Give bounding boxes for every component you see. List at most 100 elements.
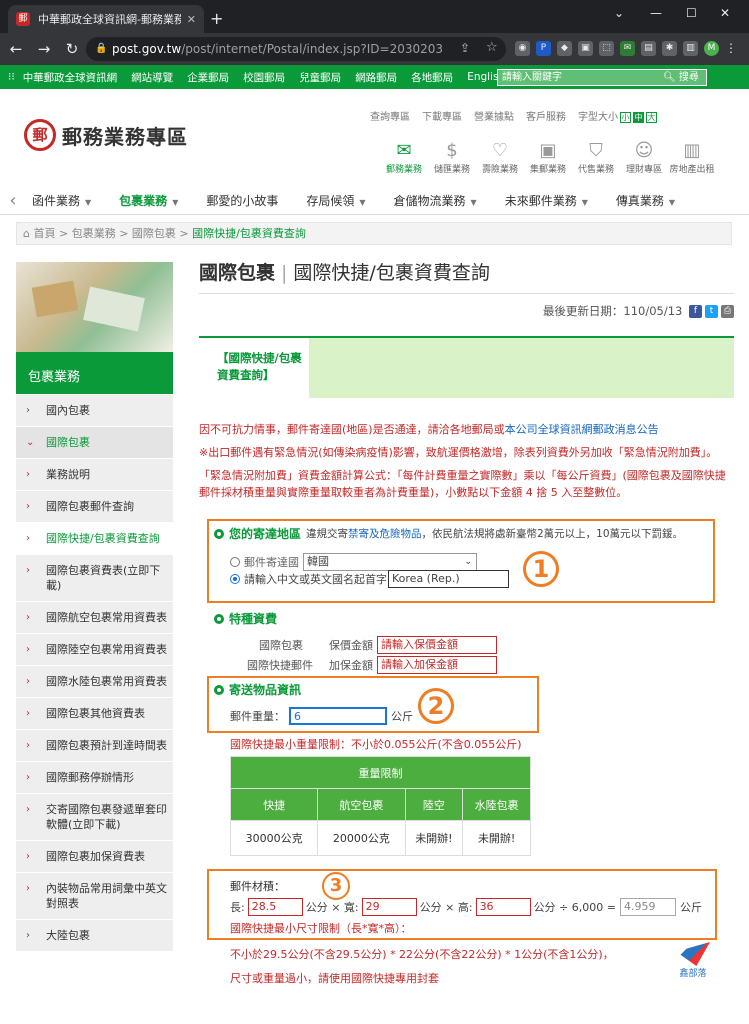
font-size-control: 字型大小小中大 [578, 108, 657, 123]
quick-philately[interactable]: ▣ 集郵業務 [524, 140, 572, 175]
tab-search-icon[interactable]: ⌄ [614, 6, 624, 20]
quick-realestate[interactable]: ▥ 房地產出租 [668, 140, 716, 175]
address-bar[interactable]: 🔒 post.gov.tw/post/internet/Postal/index… [86, 37, 506, 61]
notice-1-link[interactable]: 本公司全球資訊網郵政消息公告 [505, 423, 659, 436]
quick-savings[interactable]: $ 儲匯業務 [428, 140, 476, 175]
top-link[interactable]: 兒童郵局 [299, 70, 341, 85]
parcel-banner-image [16, 262, 173, 352]
section-bullet-icon [214, 613, 224, 624]
nav-item[interactable]: 倉儲物流業務 ▼ [394, 192, 477, 209]
share-icon[interactable]: ⇪ [460, 41, 470, 55]
sidebar-item-label: 國際包裹預計到達時間表 [46, 739, 167, 752]
nav-prev-icon[interactable]: ‹ [0, 190, 26, 211]
extension-icon[interactable]: ◆ [557, 41, 572, 56]
nav-item[interactable]: 函件業務 ▼ [32, 192, 91, 209]
sidebar-item[interactable]: › 國際包裹加保資費表 [16, 841, 173, 873]
top-link[interactable]: 企業郵局 [187, 70, 229, 85]
top-link[interactable]: 網路郵局 [355, 70, 397, 85]
url-path: /post/internet/Postal/index.jsp?ID=20302… [181, 42, 444, 56]
sidebar-item[interactable]: › 國際航空包裹常用資費表 [16, 602, 173, 634]
font-medium-button[interactable]: 中 [633, 112, 644, 123]
sidebar-item[interactable]: › 國際快捷/包裹資費查詢 [16, 523, 173, 555]
font-large-button[interactable]: 大 [646, 112, 657, 123]
forward-icon[interactable]: → [32, 40, 56, 58]
menu-kebab-icon[interactable]: ⋮ [725, 41, 737, 56]
sidebar-item[interactable]: › 國際包裹郵件查詢 [16, 491, 173, 523]
sidebar-item[interactable]: ⌄ 國際包裹 [16, 427, 173, 459]
sidebar-item[interactable]: › 交寄國際包裹發遞單套印軟體(立即下載) [16, 794, 173, 841]
extra-insurance-input[interactable]: 請輸入加保金額 [377, 656, 497, 674]
utility-link[interactable]: 營業據點 [474, 108, 514, 123]
chevron-right-icon: › [26, 612, 30, 623]
font-small-button[interactable]: 小 [620, 112, 631, 123]
tab-rate-query[interactable]: 【國際快捷/包裹資費查詢】 [199, 338, 309, 398]
maximize-icon[interactable]: ☐ [686, 6, 697, 20]
nav-item-active[interactable]: 包裹業務 ▼ [119, 192, 178, 209]
profile-avatar[interactable]: M [704, 41, 719, 56]
nav-item[interactable]: 郵愛的小故事 [206, 192, 278, 209]
sidebar-item[interactable]: › 國際包裹預計到達時間表 [16, 730, 173, 762]
extension-icon[interactable]: ⬚ [599, 41, 614, 56]
close-tab-icon[interactable]: ✕ [187, 13, 196, 26]
chevron-down-icon: ▼ [85, 198, 92, 207]
extension-icon[interactable]: ✉ [620, 41, 635, 56]
quick-insurance[interactable]: ♡ 壽險業務 [476, 140, 524, 175]
updated-text: 最後更新日期：110/05/13 [542, 304, 683, 318]
sidebar-item[interactable]: › 大陸包裹 [16, 920, 173, 952]
breadcrumb-item[interactable]: 國際包裹 [132, 227, 176, 240]
notice-block: 因不可抗力情事，郵件寄達國(地區)是否通達，請洽各地郵局或本公司全球資訊網郵政消… [199, 418, 734, 501]
breadcrumb-item[interactable]: 包裹業務 [72, 227, 116, 240]
top-link[interactable]: 各地郵局 [411, 70, 453, 85]
extension-icon[interactable]: P [536, 41, 551, 56]
nav-item[interactable]: 未來郵件業務 ▼ [505, 192, 588, 209]
browser-tab-strip: 郵 中華郵政全球資訊網-郵務業務 - 包 ✕ + ⌄ — ☐ ✕ [0, 0, 749, 33]
new-tab-icon[interactable]: + [210, 9, 223, 28]
nav-item[interactable]: 存局候領 ▼ [306, 192, 365, 209]
extension-icon[interactable]: ▣ [578, 41, 593, 56]
special-row1-label: 國際包裹 [259, 639, 303, 652]
browser-tab[interactable]: 郵 中華郵政全球資訊網-郵務業務 - 包 ✕ [8, 5, 204, 33]
sidebar-item[interactable]: › 國際水陸包裹常用資費表 [16, 666, 173, 698]
site-logo[interactable]: 郵 郵務業務專區 [24, 119, 188, 151]
sidebar-icon[interactable]: ▥ [683, 41, 698, 56]
bookmark-star-icon[interactable]: ☆ [486, 40, 498, 55]
nav-item[interactable]: 傳真業務 ▼ [616, 192, 675, 209]
reload-icon[interactable]: ↻ [60, 40, 84, 58]
close-window-icon[interactable]: ✕ [720, 6, 730, 20]
quick-agency[interactable]: ⛉ 代售業務 [572, 140, 620, 175]
sidebar-item[interactable]: › 國內包裹 [16, 395, 173, 427]
sidebar-item-label: 內裝物品常用詞彙中英文對照表 [46, 882, 167, 910]
site-search-button[interactable]: 🔍︎ 搜尋 [663, 69, 699, 86]
top-link[interactable]: 中華郵政全球資訊網 [23, 70, 118, 85]
table-header: 水陸包裹 [462, 788, 531, 821]
utility-link[interactable]: 下載專區 [422, 108, 462, 123]
extension-icon[interactable]: ◉ [515, 41, 530, 56]
facebook-share-icon[interactable]: f [689, 305, 702, 318]
insured-value-input[interactable]: 請輸入保價金額 [377, 636, 497, 654]
advisor-icon: ☺ [634, 140, 654, 161]
extension-icon[interactable]: ▤ [641, 41, 656, 56]
back-icon[interactable]: ← [4, 40, 28, 58]
sidebar-item[interactable]: › 國際包裹其他資費表 [16, 698, 173, 730]
sidebar-item[interactable]: › 國際郵務停辦情形 [16, 762, 173, 794]
breadcrumb-item[interactable]: 首頁 [33, 227, 55, 240]
top-link[interactable]: 校園郵局 [243, 70, 285, 85]
sidebar-item-label: 國際包裹郵件查詢 [46, 500, 134, 513]
sidebar-item[interactable]: › 國際陸空包裹常用資費表 [16, 634, 173, 666]
twitter-share-icon[interactable]: t [705, 305, 718, 318]
minimize-icon[interactable]: — [650, 6, 662, 20]
chevron-right-icon: › [26, 565, 30, 576]
sidebar-item[interactable]: › 業務說明 [16, 459, 173, 491]
sidebar-item-label: 國際陸空包裹常用資費表 [46, 643, 167, 656]
chevron-down-icon: ▼ [172, 198, 179, 207]
sidebar-item[interactable]: › 國際包裹資費表(立即下載) [16, 555, 173, 602]
print-icon[interactable]: ⎙ [721, 305, 734, 318]
utility-link[interactable]: 客戶服務 [526, 108, 566, 123]
top-link[interactable]: 網站導覽 [131, 70, 173, 85]
sidebar-item[interactable]: › 內裝物品常用詞彙中英文對照表 [16, 873, 173, 920]
quick-postal[interactable]: ✉ 郵務業務 [380, 140, 428, 175]
puzzle-icon[interactable]: ✱ [662, 41, 677, 56]
utility-link[interactable]: 查詢專區 [370, 108, 410, 123]
chevron-right-icon: › [26, 772, 30, 783]
quick-finance[interactable]: ☺ 理財專區 [620, 140, 668, 175]
